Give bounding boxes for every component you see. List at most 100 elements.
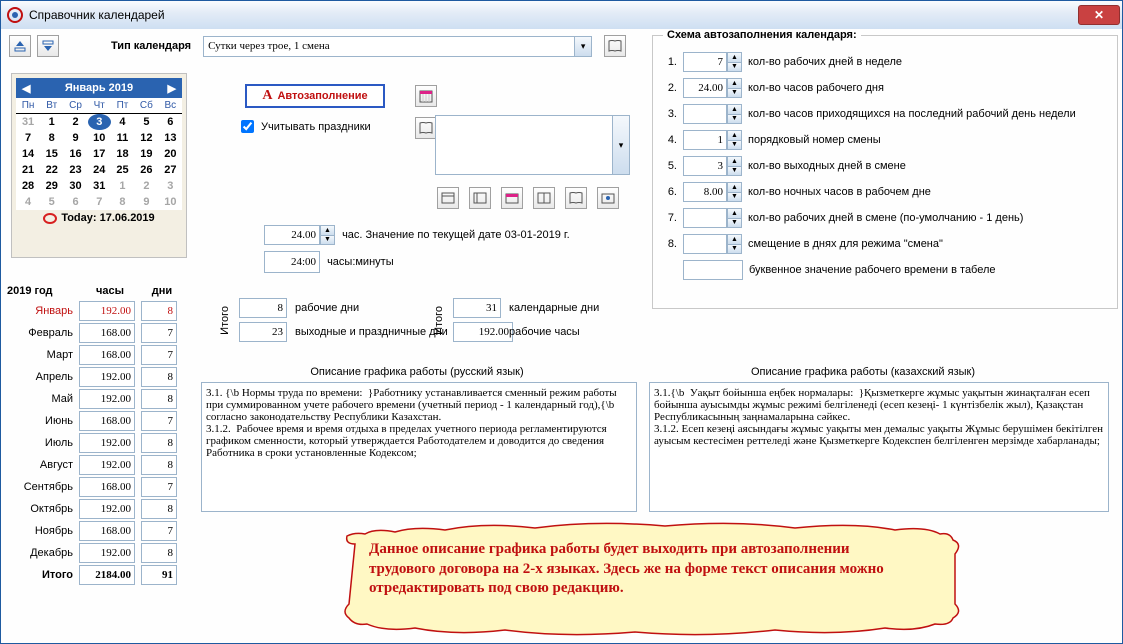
cal-day[interactable]: 3 xyxy=(88,114,111,131)
cal-day[interactable]: 4 xyxy=(111,114,134,131)
cal-day[interactable]: 20 xyxy=(159,146,182,162)
month-hours-input[interactable] xyxy=(79,411,135,431)
calendar-type-dropdown[interactable]: ▾ xyxy=(574,37,591,56)
misc-icon-3[interactable] xyxy=(501,187,523,209)
today-row[interactable]: Today: 17.06.2019 xyxy=(16,212,182,224)
cal-day[interactable]: 10 xyxy=(159,194,182,210)
cal-day[interactable]: 7 xyxy=(88,194,111,210)
month-days-input[interactable] xyxy=(141,543,177,563)
scheme-up-5[interactable]: ▲ xyxy=(727,156,742,166)
cal-day[interactable]: 6 xyxy=(159,114,182,131)
cal-day[interactable]: 4 xyxy=(16,194,40,210)
close-button[interactable]: ✕ xyxy=(1078,5,1120,25)
cal-day[interactable]: 28 xyxy=(16,178,40,194)
hours-up[interactable]: ▲ xyxy=(320,225,335,235)
cal-day[interactable]: 1 xyxy=(111,178,134,194)
scheme-down-6[interactable]: ▼ xyxy=(727,192,742,202)
misc-icon-6[interactable] xyxy=(597,187,619,209)
cal-day[interactable]: 19 xyxy=(134,146,159,162)
scheme-input-7[interactable] xyxy=(683,208,727,228)
cal-day[interactable]: 18 xyxy=(111,146,134,162)
scheme-down-5[interactable]: ▼ xyxy=(727,166,742,176)
month-hours-input[interactable] xyxy=(79,345,135,365)
month-hours-input[interactable] xyxy=(79,367,135,387)
cal-day[interactable]: 3 xyxy=(159,178,182,194)
scheme-down-7[interactable]: ▼ xyxy=(727,218,742,228)
scheme-up-8[interactable]: ▲ xyxy=(727,234,742,244)
month-hours-input[interactable] xyxy=(79,521,135,541)
cal-day[interactable]: 5 xyxy=(40,194,63,210)
month-days-input[interactable] xyxy=(141,499,177,519)
desc-ru-textarea[interactable] xyxy=(201,382,637,512)
hm-input[interactable] xyxy=(264,251,320,273)
scheme-up-7[interactable]: ▲ xyxy=(727,208,742,218)
cal-day[interactable]: 9 xyxy=(63,130,87,146)
wk-days-input[interactable] xyxy=(239,322,287,342)
calendar-type-input[interactable] xyxy=(204,37,574,56)
cal-day[interactable]: 8 xyxy=(40,130,63,146)
cal-day[interactable]: 5 xyxy=(134,114,159,131)
cal-day[interactable]: 14 xyxy=(16,146,40,162)
scheme-up-3[interactable]: ▲ xyxy=(727,104,742,114)
move-down-button[interactable] xyxy=(37,35,59,57)
month-hours-input[interactable] xyxy=(79,477,135,497)
cal-day[interactable]: 2 xyxy=(63,114,87,131)
cal-day[interactable]: 27 xyxy=(159,162,182,178)
cal-day[interactable]: 16 xyxy=(63,146,87,162)
scheme-down-2[interactable]: ▼ xyxy=(727,88,742,98)
scheme-input-3[interactable] xyxy=(683,104,727,124)
month-hours-input[interactable] xyxy=(79,543,135,563)
cal-day[interactable]: 8 xyxy=(111,194,134,210)
cal-day[interactable]: 2 xyxy=(134,178,159,194)
scheme-input-6[interactable] xyxy=(683,182,727,202)
month-days-input[interactable] xyxy=(141,477,177,497)
cal-days-input[interactable] xyxy=(453,298,501,318)
letter-value-input[interactable] xyxy=(683,260,743,280)
month-hours-input[interactable] xyxy=(79,389,135,409)
misc-icon-5[interactable] xyxy=(565,187,587,209)
misc-icon-2[interactable] xyxy=(469,187,491,209)
cal-day[interactable]: 12 xyxy=(134,130,159,146)
month-days-input[interactable] xyxy=(141,323,177,343)
scheme-down-3[interactable]: ▼ xyxy=(727,114,742,124)
cal-day[interactable]: 1 xyxy=(40,114,63,131)
move-up-button[interactable] xyxy=(9,35,31,57)
cal-day[interactable]: 22 xyxy=(40,162,63,178)
month-days-input[interactable] xyxy=(141,455,177,475)
cal-day[interactable]: 10 xyxy=(88,130,111,146)
scheme-up-4[interactable]: ▲ xyxy=(727,130,742,140)
schedule-icon-button[interactable] xyxy=(415,85,437,107)
scheme-input-2[interactable] xyxy=(683,78,727,98)
autofill-button[interactable]: A Автозаполнение xyxy=(245,84,385,108)
hours-input[interactable] xyxy=(264,225,320,245)
cal-day[interactable]: 30 xyxy=(63,178,87,194)
month-days-input[interactable] xyxy=(141,521,177,541)
work-h-input[interactable] xyxy=(453,322,513,342)
month-hours-input[interactable] xyxy=(79,499,135,519)
month-days-input[interactable] xyxy=(141,411,177,431)
cal-day[interactable]: 6 xyxy=(63,194,87,210)
scheme-input-8[interactable] xyxy=(683,234,727,254)
cal-day[interactable]: 24 xyxy=(88,162,111,178)
month-days-input[interactable] xyxy=(141,389,177,409)
lookup-button[interactable] xyxy=(604,35,626,57)
work-days-input[interactable] xyxy=(239,298,287,318)
scheme-input-5[interactable] xyxy=(683,156,727,176)
month-hours-input[interactable] xyxy=(79,323,135,343)
big-combo-input[interactable] xyxy=(436,116,612,172)
scheme-input-4[interactable] xyxy=(683,130,727,150)
cal-day[interactable]: 17 xyxy=(88,146,111,162)
cal-day[interactable]: 11 xyxy=(111,130,134,146)
big-combo-dropdown[interactable]: ▾ xyxy=(612,116,629,174)
scheme-down-1[interactable]: ▼ xyxy=(727,62,742,72)
cal-day[interactable]: 21 xyxy=(16,162,40,178)
cal-day[interactable]: 9 xyxy=(134,194,159,210)
cal-day[interactable]: 26 xyxy=(134,162,159,178)
misc-icon-4[interactable] xyxy=(533,187,555,209)
cal-day[interactable]: 31 xyxy=(88,178,111,194)
month-hours-input[interactable] xyxy=(79,455,135,475)
scheme-down-8[interactable]: ▼ xyxy=(727,244,742,254)
scheme-up-6[interactable]: ▲ xyxy=(727,182,742,192)
cal-prev[interactable]: ◀ xyxy=(18,82,34,95)
scheme-down-4[interactable]: ▼ xyxy=(727,140,742,150)
